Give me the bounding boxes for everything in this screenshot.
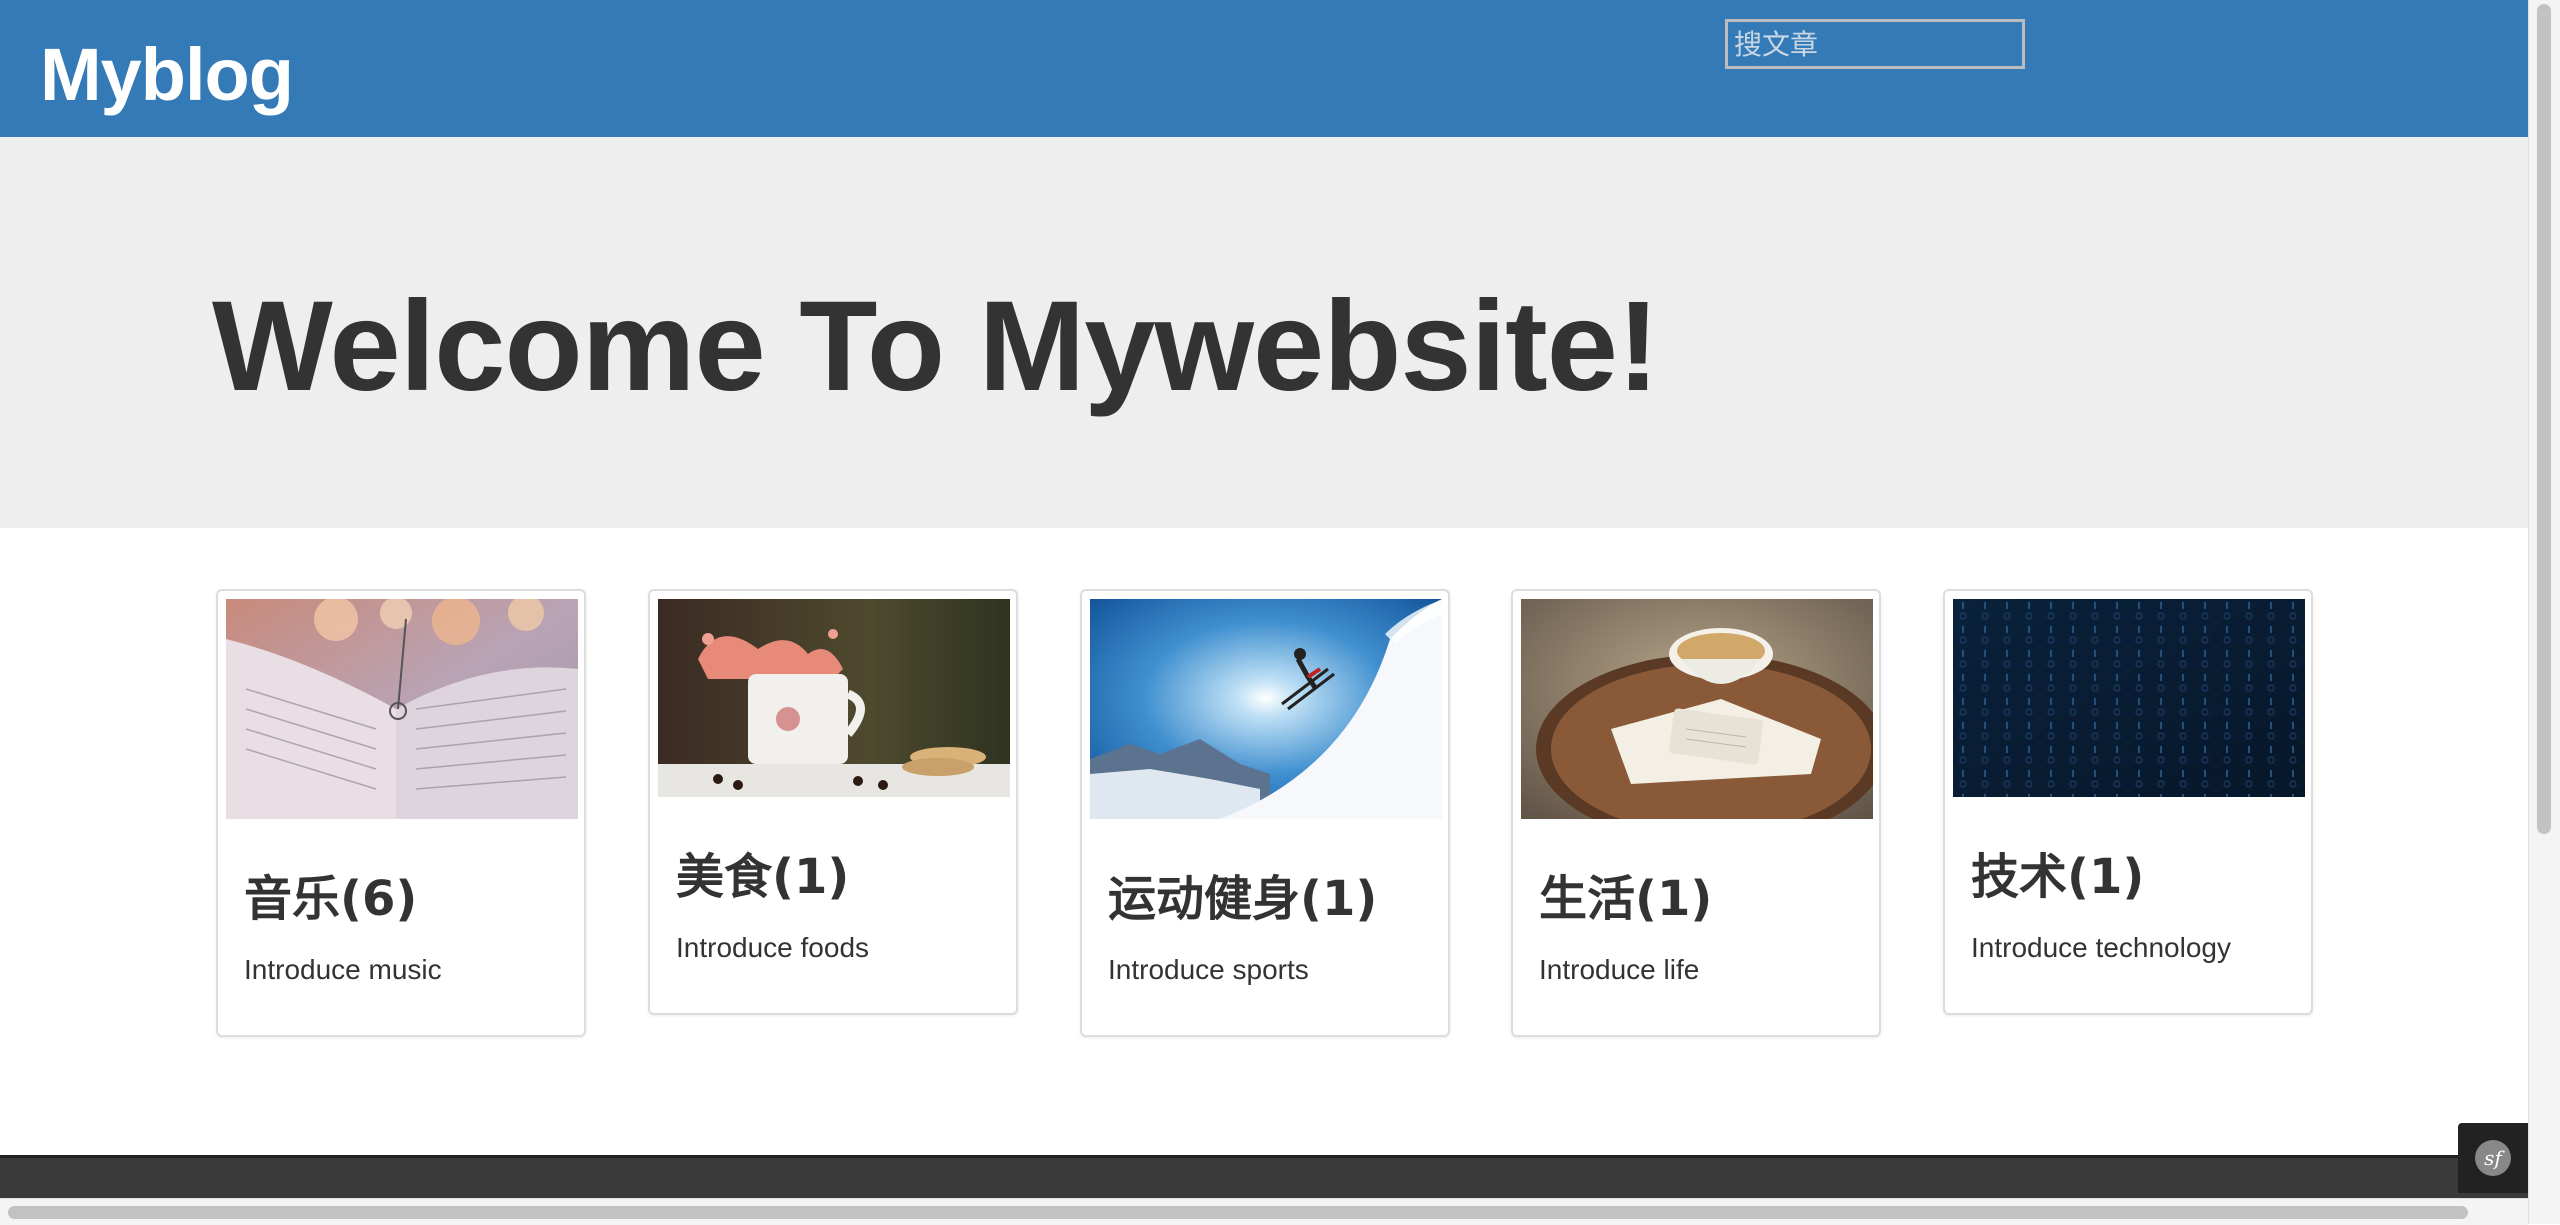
symfony-icon: sf <box>2475 1140 2511 1176</box>
tea-tray-photo <box>1521 599 1873 819</box>
card-image-technology[interactable] <box>1953 599 2305 797</box>
debug-toolbar-toggle[interactable]: sf <box>2458 1123 2528 1193</box>
card-title-life[interactable]: 生活(1) <box>1539 875 1712 923</box>
category-card-life[interactable]: 生活(1) Introduce life <box>1511 589 1881 1037</box>
footer <box>0 1155 2528 1203</box>
coffee-splash-photo <box>658 599 1010 797</box>
horizontal-scrollbar[interactable] <box>0 1198 2528 1225</box>
search-input[interactable] <box>1725 19 2025 69</box>
card-title-music[interactable]: 音乐(6) <box>244 875 417 923</box>
horizontal-scrollbar-thumb[interactable] <box>8 1206 2468 1219</box>
card-description-sports: Introduce sports <box>1108 954 1309 985</box>
jumbotron: Welcome To Mywebsite! <box>0 137 2528 528</box>
card-description-music: Introduce music <box>244 954 442 985</box>
category-card-music[interactable]: 音乐(6) Introduce music <box>216 589 586 1037</box>
card-image-sports[interactable] <box>1090 599 1442 819</box>
card-image-life[interactable] <box>1521 599 1873 819</box>
card-description-foods: Introduce foods <box>676 932 870 963</box>
card-description-life: Introduce life <box>1539 954 1700 985</box>
vertical-scrollbar-thumb[interactable] <box>2537 4 2551 834</box>
card-image-music[interactable] <box>226 599 578 819</box>
skier-photo <box>1090 599 1442 819</box>
category-card-sports[interactable]: 运动健身(1) Introduce sports <box>1080 589 1450 1037</box>
card-title-foods[interactable]: 美食(1) <box>676 853 849 901</box>
card-image-foods[interactable] <box>658 599 1010 797</box>
vertical-scrollbar[interactable] <box>2528 0 2560 1224</box>
card-title-technology[interactable]: 技术(1) <box>1971 853 2144 901</box>
card-title-sports[interactable]: 运动健身(1) <box>1108 875 1377 923</box>
brand-link[interactable]: Myblog <box>40 38 294 112</box>
binary-code-photo <box>1953 599 2305 797</box>
sheet-music-photo <box>226 599 578 819</box>
category-card-technology[interactable]: 技术(1) Introduce technology <box>1943 589 2313 1015</box>
navbar: Myblog <box>0 0 2528 137</box>
page-title: Welcome To Mywebsite! <box>212 275 1660 418</box>
category-card-foods[interactable]: 美食(1) Introduce foods <box>648 589 1018 1015</box>
card-description-technology: Introduce technology <box>1971 932 2231 963</box>
